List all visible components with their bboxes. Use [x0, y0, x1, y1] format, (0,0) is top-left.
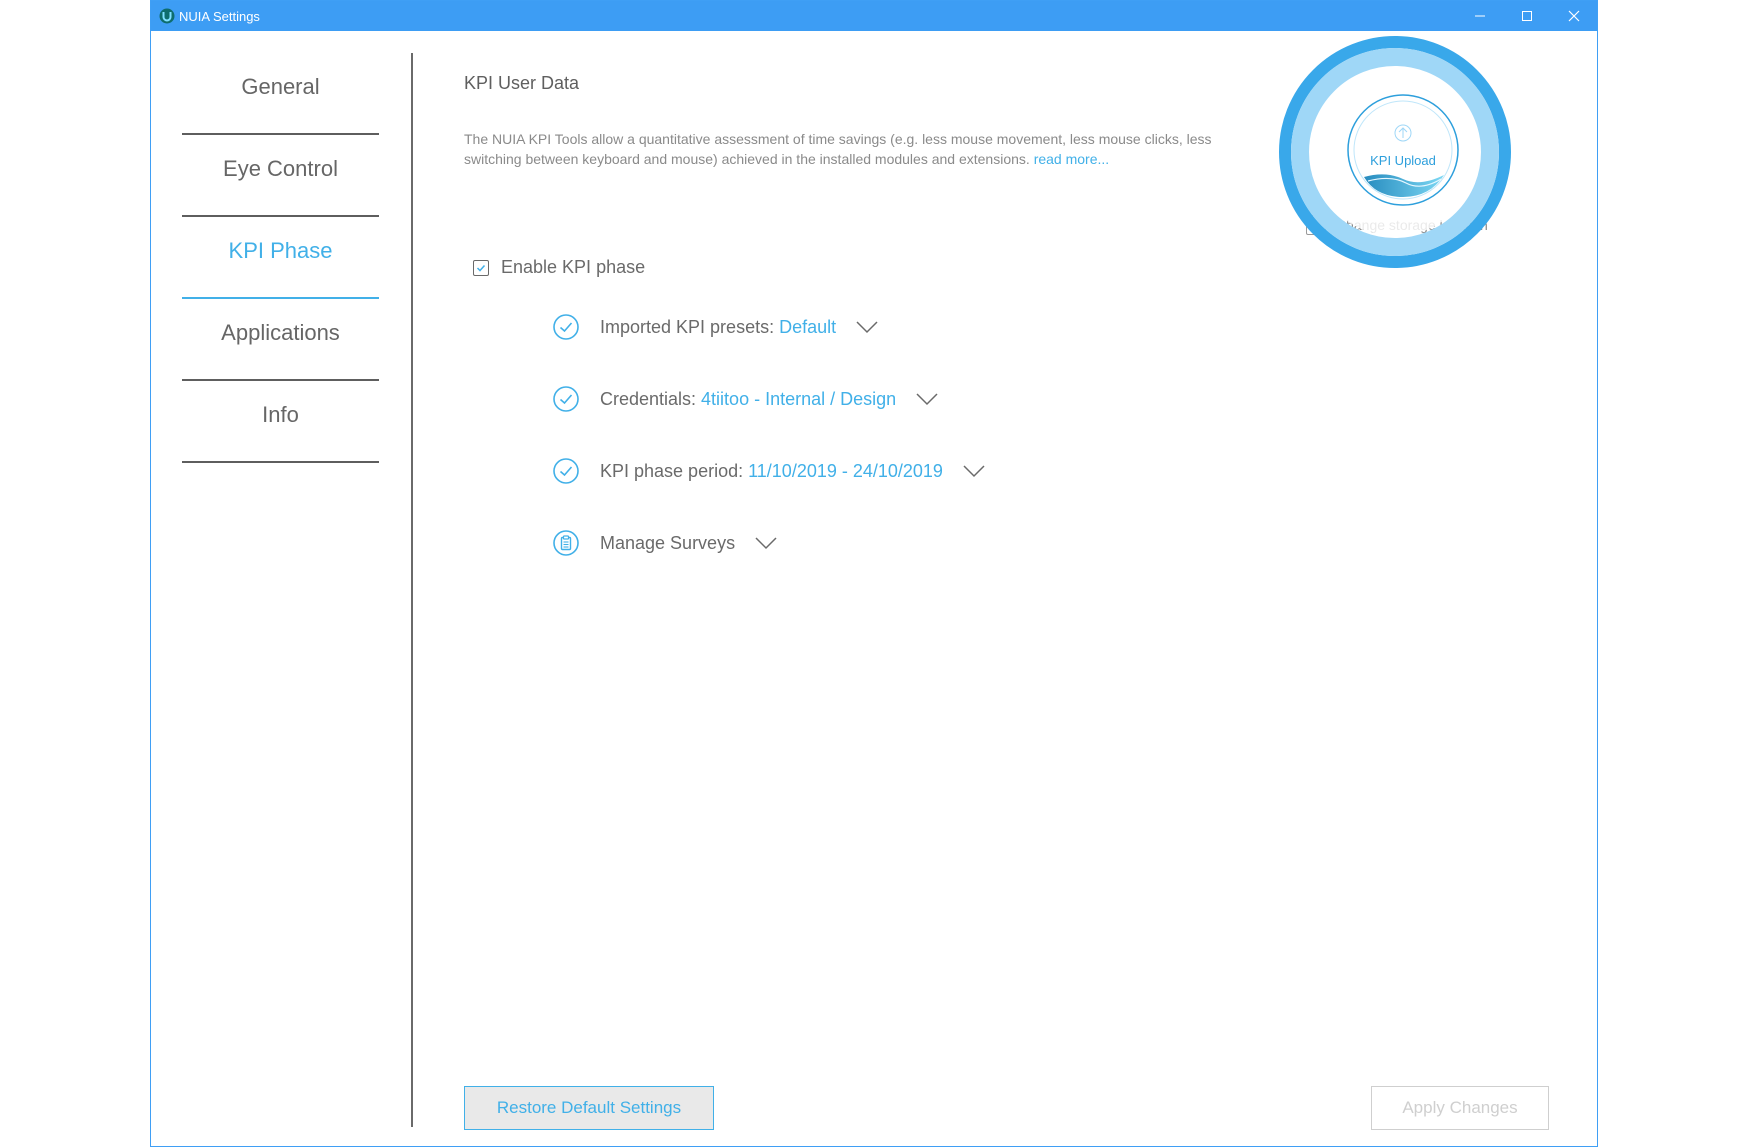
option-label: KPI phase period: [600, 460, 744, 481]
sidebar-item-label: Applications [221, 320, 340, 345]
close-icon [1568, 10, 1580, 22]
sidebar-item-label: General [241, 74, 320, 99]
enable-kpi-label: Enable KPI phase [501, 257, 646, 277]
kpi-upload-button[interactable]: KPI Upload [1346, 93, 1460, 207]
chevron-down-icon[interactable] [856, 320, 878, 334]
description-text: The NUIA KPI Tools allow a quantitative … [464, 129, 1244, 169]
minimize-button[interactable] [1457, 1, 1503, 31]
checkmark-icon [476, 264, 486, 272]
kpi-period-row[interactable]: KPI phase period: 11/10/2019 - 24/10/201… [552, 457, 985, 485]
window-title: NUIA Settings [179, 9, 260, 24]
read-more-link[interactable]: read more... [1034, 151, 1109, 167]
minimize-icon [1475, 15, 1485, 17]
check-circle-icon [553, 386, 579, 412]
sidebar-item-eye-control[interactable]: Eye Control [182, 135, 379, 217]
enable-kpi-checkbox[interactable] [473, 259, 489, 276]
sidebar-item-label: Info [262, 402, 299, 427]
sidebar-item-kpi-phase[interactable]: KPI Phase [182, 217, 379, 299]
sidebar-item-applications[interactable]: Applications [182, 299, 379, 381]
sidebar-divider [411, 53, 413, 1127]
settings-window: NUIA Settings General Eye Control KPI Ph… [150, 0, 1598, 1147]
sidebar-item-general[interactable]: General [182, 53, 379, 135]
option-label: Manage Surveys [600, 532, 736, 553]
restore-defaults-button[interactable]: Restore Default Settings [464, 1086, 714, 1130]
apply-changes-button[interactable]: Apply Changes [1371, 1086, 1549, 1130]
chevron-down-icon[interactable] [916, 392, 938, 406]
maximize-button[interactable] [1504, 1, 1550, 31]
sidebar-item-label: KPI Phase [228, 238, 333, 263]
clipboard-icon [553, 530, 579, 556]
close-button[interactable] [1551, 1, 1597, 31]
sidebar-item-info[interactable]: Info [182, 381, 379, 463]
chevron-down-icon[interactable] [755, 536, 777, 550]
manage-surveys-row[interactable]: Manage Surveys [552, 529, 777, 557]
kpi-upload-label: KPI Upload [1370, 153, 1436, 168]
kpi-upload-graphic [1347, 94, 1459, 206]
title-bar: NUIA Settings [151, 1, 1597, 31]
enable-kpi-row: Enable KPI phase [473, 257, 645, 278]
sidebar-item-label: Eye Control [223, 156, 338, 181]
option-label: Credentials: [600, 388, 697, 409]
check-circle-icon [553, 314, 579, 340]
chevron-down-icon[interactable] [963, 464, 985, 478]
option-label: Imported KPI presets: [600, 316, 775, 337]
imported-presets-row[interactable]: Imported KPI presets: Default [552, 313, 878, 341]
nuia-logo-icon [159, 8, 175, 24]
option-value: 11/10/2019 - 24/10/2019 [748, 460, 943, 481]
option-value: 4tiitoo - Internal / Design [701, 388, 897, 409]
option-value: Default [779, 316, 837, 337]
sidebar-nav: General Eye Control KPI Phase Applicatio… [182, 53, 379, 463]
maximize-icon [1522, 11, 1532, 21]
credentials-row[interactable]: Credentials: 4tiitoo - Internal / Design [552, 385, 938, 413]
check-circle-icon [553, 458, 579, 484]
page-title: KPI User Data [464, 73, 580, 93]
